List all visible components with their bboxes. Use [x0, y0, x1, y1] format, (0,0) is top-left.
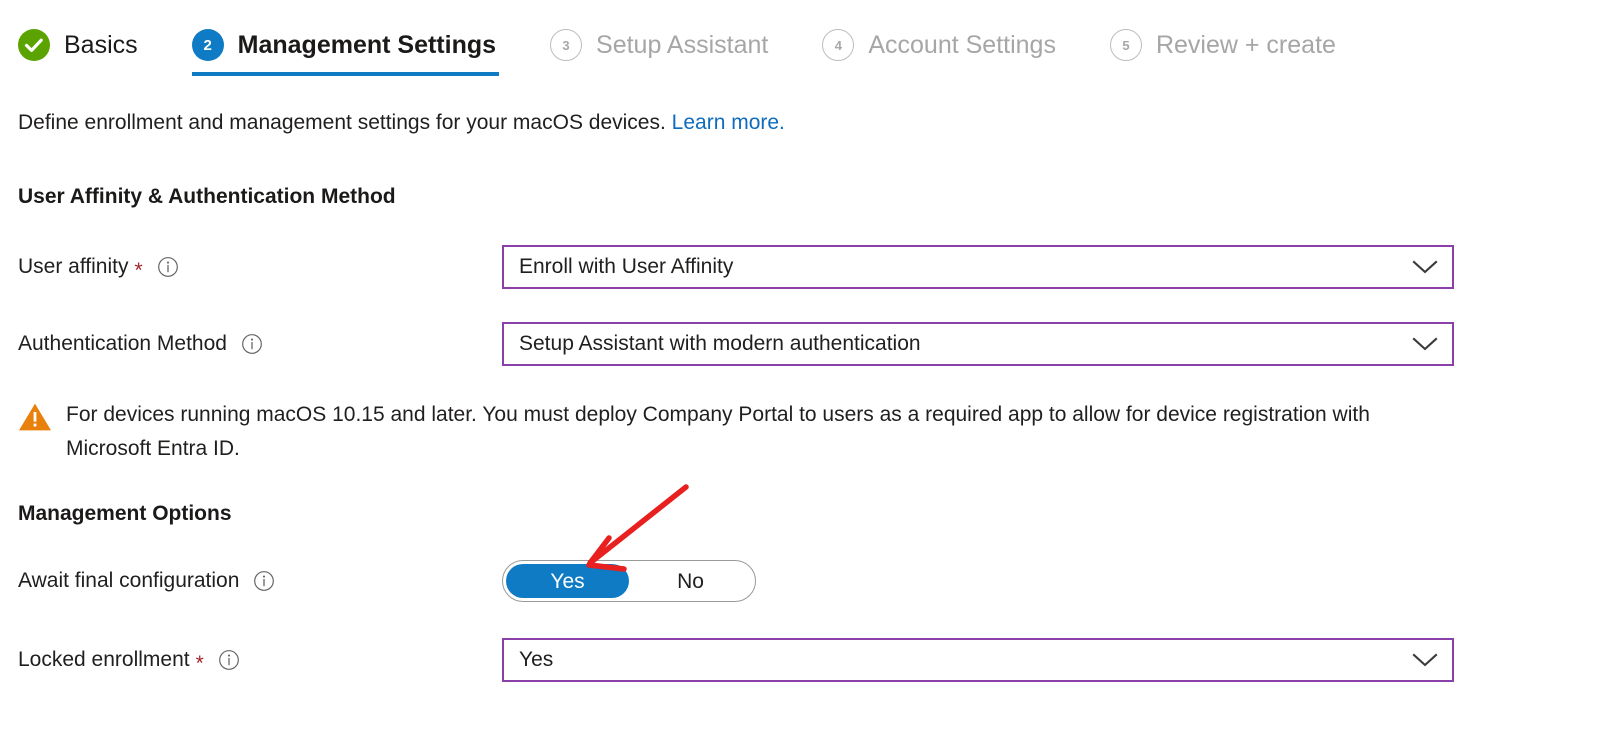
dropdown-value-authentication-method: Setup Assistant with modern authenticati… [519, 332, 921, 355]
field-label-user-affinity: User affinity * [18, 254, 502, 282]
wizard-tab-basics[interactable]: Basics [18, 20, 138, 70]
page-description-text: Define enrollment and management setting… [18, 111, 666, 134]
section-heading-user-affinity: User Affinity & Authentication Method [18, 185, 396, 208]
field-label-text-locked-enrollment: Locked enrollment [18, 648, 190, 671]
dropdown-value-locked-enrollment: Yes [519, 648, 554, 671]
learn-more-link[interactable]: Learn more. [672, 111, 785, 134]
wizard-step-tabs: Basics 2 Management Settings 3 Setup Ass… [18, 20, 1336, 76]
field-label-await-final-configuration: Await final configuration [18, 568, 502, 594]
wizard-tab-review-create[interactable]: 5 Review + create [1109, 20, 1336, 70]
wizard-tab-label-setup-assistant: Setup Assistant [596, 31, 769, 59]
field-label-text-user-affinity: User affinity [18, 255, 129, 278]
info-icon[interactable] [241, 333, 263, 355]
info-icon[interactable] [157, 256, 179, 278]
info-icon[interactable] [218, 649, 240, 671]
active-tab-underline [191, 72, 500, 76]
dropdown-authentication-method[interactable]: Setup Assistant with modern authenticati… [502, 322, 1454, 366]
await-final-configuration-toggle-yes[interactable]: Yes [506, 564, 629, 598]
wizard-tab-label-basics: Basics [64, 31, 138, 59]
dropdown-user-affinity[interactable]: Enroll with User Affinity [502, 245, 1454, 289]
check-icon [18, 29, 50, 61]
chevron-down-icon [1412, 336, 1438, 352]
chevron-down-icon [1412, 652, 1438, 668]
warning-triangle-icon [18, 402, 52, 432]
page-description: Define enrollment and management setting… [18, 108, 785, 138]
form-row-locked-enrollment: Locked enrollment * Yes [18, 638, 1618, 682]
field-label-text-authentication-method: Authentication Method [18, 332, 227, 355]
dropdown-value-user-affinity: Enroll with User Affinity [519, 255, 734, 278]
await-final-configuration-toggle-no[interactable]: No [629, 564, 752, 598]
form-row-authentication-method: Authentication Method Setup Assistant wi… [18, 322, 1618, 366]
wizard-tab-label-account-settings: Account Settings [868, 31, 1056, 59]
step-number-badge-4: 4 [822, 29, 855, 61]
step-number-badge-3: 3 [550, 29, 583, 61]
wizard-tab-label-review-create: Review + create [1155, 31, 1336, 59]
field-label-authentication-method: Authentication Method [18, 331, 502, 357]
section-heading-management-options: Management Options [18, 502, 232, 525]
step-number-badge-5: 5 [1109, 29, 1142, 61]
required-indicator-locked-enrollment: * [195, 651, 204, 675]
form-row-user-affinity: User affinity * Enroll with User Affinit… [18, 245, 1618, 289]
warning-message: For devices running macOS 10.15 and late… [18, 398, 1448, 466]
step-number-badge-2: 2 [191, 29, 224, 61]
field-label-locked-enrollment: Locked enrollment * [18, 647, 502, 675]
wizard-tab-account-settings[interactable]: 4 Account Settings [822, 20, 1056, 70]
dropdown-locked-enrollment[interactable]: Yes [502, 638, 1454, 682]
wizard-tab-setup-assistant[interactable]: 3 Setup Assistant [550, 20, 768, 70]
warning-message-text: For devices running macOS 10.15 and late… [66, 403, 1370, 460]
required-indicator-user-affinity: * [134, 258, 143, 282]
info-icon[interactable] [253, 570, 275, 592]
wizard-tab-label-management-settings: Management Settings [237, 31, 497, 59]
wizard-tab-management-settings[interactable]: 2 Management Settings [191, 20, 500, 76]
chevron-down-icon [1412, 259, 1438, 275]
form-row-await-final-configuration: Await final configuration Yes No [18, 559, 1618, 603]
await-final-configuration-toggle[interactable]: Yes No [502, 560, 756, 602]
field-label-text-await-final-configuration: Await final configuration [18, 569, 240, 592]
